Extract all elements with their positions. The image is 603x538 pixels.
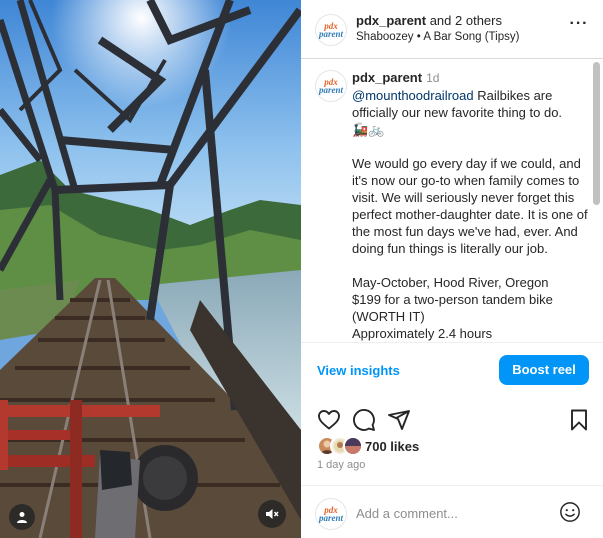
emoji-icon[interactable] <box>559 501 581 523</box>
detail-line: Approximately 2.4 hours <box>352 326 493 341</box>
post-date: 1 day ago <box>317 459 366 471</box>
user-tag-button[interactable] <box>9 504 35 530</box>
view-insights-link[interactable]: View insights <box>317 363 400 378</box>
logo-text-bottom: parent <box>318 512 343 523</box>
person-icon <box>17 512 27 523</box>
caption-details: May-October, Hood River, Oregon $199 for… <box>352 274 590 342</box>
detail-line: $199 for a two-person tandem bike (WORTH… <box>352 292 553 324</box>
detail-line: May-October, Hood River, Oregon <box>352 275 549 290</box>
caption-timestamp: 1d <box>426 71 440 85</box>
author-line: pdx_parent and 2 others <box>356 13 502 28</box>
audio-track[interactable]: A Bar Song (Tipsy) <box>423 31 519 43</box>
likes-count[interactable]: 700 likes <box>365 439 419 454</box>
post-header: pdx parent pdx_parent and 2 others Shabo… <box>301 0 603 59</box>
comment-icon[interactable] <box>352 408 376 432</box>
scrollbar-thumb[interactable] <box>593 62 600 205</box>
audio-separator: • <box>416 31 421 43</box>
author-avatar[interactable]: pdx parent <box>315 14 347 46</box>
audio-artist[interactable]: Shaboozey <box>356 31 414 43</box>
bookmark-icon[interactable] <box>567 408 591 432</box>
reel-video[interactable] <box>0 0 301 538</box>
caption-username[interactable]: pdx_parent <box>352 70 422 85</box>
share-icon[interactable] <box>387 408 411 432</box>
railbike-bridge-image <box>0 0 301 538</box>
liker-avatar <box>343 436 363 456</box>
caption-scrollbar[interactable] <box>593 62 600 337</box>
comment-input[interactable] <box>356 503 551 523</box>
heart-icon[interactable] <box>317 408 341 432</box>
more-options-button[interactable]: ··· <box>569 15 589 38</box>
more-horizontal-icon: ··· <box>569 15 589 32</box>
speaker-muted-icon <box>266 509 279 519</box>
mute-button[interactable] <box>258 500 286 528</box>
caption-text: pdx_parent 1d @mounthoodrailroad Railbike… <box>352 69 590 342</box>
logo-text-bottom: parent <box>318 84 343 95</box>
caption-paragraph: We would go every day if we could, and i… <box>352 156 588 256</box>
post-details-panel: pdx parent pdx_parent and 2 others Shabo… <box>301 0 603 538</box>
coauthors-link[interactable]: and 2 others <box>430 13 502 28</box>
comment-bar: pdx parent <box>301 485 603 538</box>
boost-reel-button[interactable]: Boost reel <box>499 355 589 385</box>
caption-emojis: 🚂🚲 <box>352 122 385 137</box>
caption-author-avatar[interactable]: pdx parent <box>315 70 347 102</box>
logo-text-bottom: parent <box>318 28 343 39</box>
audio-line[interactable]: Shaboozey • A Bar Song (Tipsy) <box>356 31 519 43</box>
author-username[interactable]: pdx_parent <box>356 13 426 28</box>
current-user-avatar: pdx parent <box>315 498 347 530</box>
mention-link[interactable]: @mounthoodrailroad <box>352 88 474 103</box>
caption-scroll-area[interactable]: pdx parent pdx_parent 1d @mounthoodrailro… <box>301 60 603 343</box>
